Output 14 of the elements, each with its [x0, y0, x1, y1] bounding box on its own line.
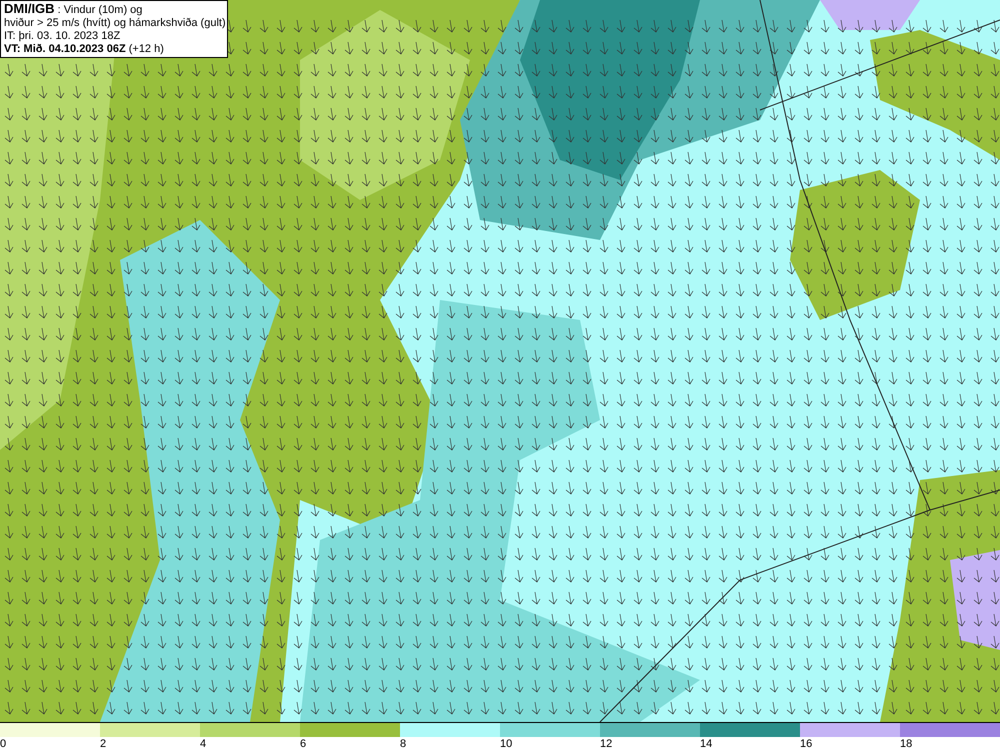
- scale-label: 18: [900, 737, 914, 752]
- scale-label: 4: [200, 737, 208, 752]
- scale-label: 10: [500, 737, 514, 752]
- title-line: VT: Mið. 04.10.2023 06Z (+12 h): [4, 43, 165, 56]
- scale-label: 12: [600, 737, 614, 752]
- title-line: hviður > 25 m/s (hvítt) og hámarkshviða (gult): [4, 17, 224, 30]
- scale-label: 2: [100, 737, 108, 752]
- title-line: DMI/IGB : Vindur (10m) og: [4, 2, 144, 17]
- scale-label: 8: [400, 737, 408, 752]
- scale-label: 14: [700, 737, 714, 752]
- title-line: IT: þri. 03. 10. 2023 18Z: [4, 30, 122, 43]
- scale-label: 16: [800, 737, 814, 752]
- scale-label: 0: [0, 737, 8, 752]
- scale-label: 6: [300, 737, 308, 752]
